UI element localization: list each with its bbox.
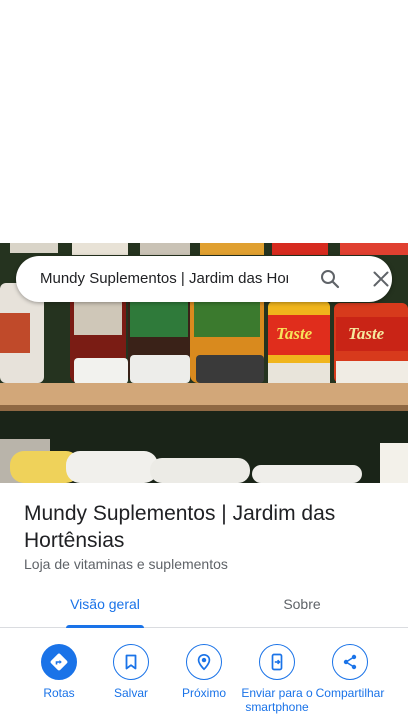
tab-about-label: Sobre: [283, 596, 321, 612]
product-label-1: Taste: [276, 324, 313, 343]
send-to-phone-icon: [259, 644, 295, 680]
nearby-label: Próximo: [181, 686, 226, 700]
nearby-button[interactable]: Próximo: [165, 644, 243, 700]
share-label: Compartilhar: [315, 686, 385, 700]
tab-about[interactable]: Sobre: [248, 584, 356, 628]
place-page: Taste Taste Mundy Suplementos | Jardim d…: [0, 0, 408, 726]
search-bar[interactable]: Mundy Suplementos | Jardim das Hortênsia…: [16, 256, 392, 302]
tab-bar: Visão geral Sobre: [0, 584, 408, 628]
save-label: Salvar: [113, 686, 148, 700]
search-input[interactable]: Mundy Suplementos | Jardim das Hortênsia…: [40, 256, 288, 302]
directions-label: Rotas: [43, 686, 75, 700]
tab-selected-indicator: [66, 625, 144, 628]
place-title: Mundy Suplementos | Jardim das Hortênsia…: [24, 502, 336, 552]
directions-icon: [41, 644, 77, 680]
bookmark-icon: [113, 644, 149, 680]
nearby-icon: [186, 644, 222, 680]
close-icon[interactable]: [369, 267, 393, 291]
place-category: Loja de vitaminas e suplementos: [24, 556, 228, 572]
search-icon[interactable]: [318, 267, 342, 291]
tab-overview-label: Visão geral: [70, 596, 140, 612]
product-label-2: Taste: [348, 324, 385, 343]
action-row: Rotas Salvar Próximo Enviar para o smart…: [0, 640, 408, 726]
share-icon: [332, 644, 368, 680]
share-button[interactable]: Compartilhar: [311, 644, 389, 700]
send-to-phone-label: Enviar para o smartphone: [241, 686, 313, 714]
tab-overview[interactable]: Visão geral: [50, 584, 160, 628]
send-to-phone-button[interactable]: Enviar para o smartphone: [238, 644, 316, 714]
directions-button[interactable]: Rotas: [20, 644, 98, 700]
save-button[interactable]: Salvar: [92, 644, 170, 700]
